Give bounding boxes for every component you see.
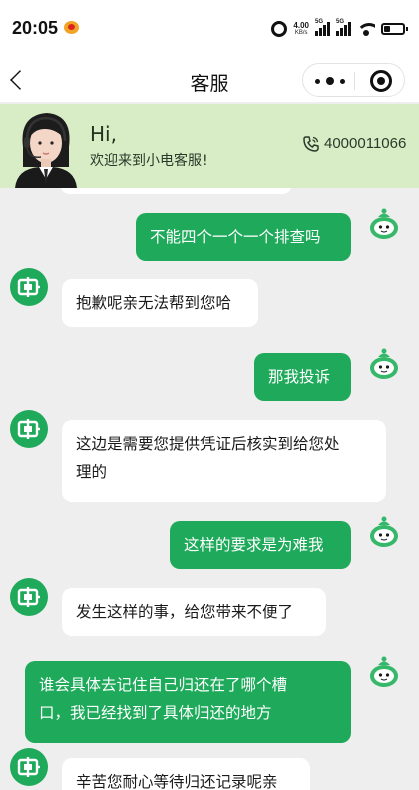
message-bubble-sent[interactable]: 这样的要求是为难我 xyxy=(170,521,351,569)
service-avatar-icon xyxy=(10,268,48,306)
message-text: 那我投诉 xyxy=(268,368,331,386)
weibo-icon xyxy=(64,21,79,34)
agent-avatar xyxy=(9,107,83,188)
message-bubble-received[interactable]: 辛苦您耐心等待归还记录呢亲 xyxy=(62,758,310,790)
miniapp-capsule xyxy=(302,63,405,97)
wifi-icon xyxy=(357,22,375,36)
close-circle-icon[interactable] xyxy=(370,70,392,92)
message-text: 辛苦您耐心等待归还记录呢亲 xyxy=(76,773,278,790)
message-text-line: 谁会具体去记住自己归还在了哪个槽 xyxy=(39,676,288,694)
message-bubble-received[interactable]: 这边是需要您提供凭证后核实到给您处 理的 xyxy=(62,420,386,502)
status-time: 20:05 xyxy=(12,18,59,38)
message-text-line: 这边是需要您提供凭证后核实到给您处 xyxy=(76,435,340,453)
nav-bar: 客服 xyxy=(0,58,419,102)
message-bubble-sent[interactable]: 谁会具体去记住自己归还在了哪个槽 口，我已经找到了具体归还的地方 xyxy=(25,661,351,743)
net-speed-value: 4.00 xyxy=(293,21,309,30)
hotline-number[interactable]: 4000011066 xyxy=(324,135,406,152)
user-robot-avatar xyxy=(370,656,398,687)
message-bubble-partial xyxy=(60,188,292,194)
chat-area[interactable]: 不能四个一个一个排查吗 抱歉呢亲无法帮到您哈 那我投诉 这边是需要您提供凭证后核… xyxy=(0,188,419,790)
signal-tag: 5G xyxy=(315,19,324,25)
service-avatar-icon xyxy=(10,578,48,616)
signal-icon: 5G xyxy=(315,19,330,36)
message-text-line: 理的 xyxy=(76,463,108,481)
user-robot-avatar xyxy=(370,208,398,239)
message-text: 抱歉呢亲无法帮到您哈 xyxy=(76,294,232,312)
message-bubble-sent[interactable]: 那我投诉 xyxy=(254,353,351,401)
alarm-icon xyxy=(271,21,288,37)
more-icon[interactable] xyxy=(315,77,345,85)
service-banner: Hi, 欢迎来到小电客服! 4000011066 xyxy=(0,104,419,188)
net-speed-unit: KB/s xyxy=(294,30,308,36)
greeting-title: Hi, xyxy=(90,122,117,146)
service-avatar-icon xyxy=(10,410,48,448)
message-bubble-sent[interactable]: 不能四个一个一个排查吗 xyxy=(136,213,351,261)
battery-icon xyxy=(381,23,408,35)
net-speed: 4.00 KB/s xyxy=(293,21,309,37)
message-text-line: 口，我已经找到了具体归还的地方 xyxy=(39,704,272,722)
status-bar: 20:05 4.00 KB/s 5G 5G xyxy=(0,0,419,58)
service-avatar-icon xyxy=(10,748,48,786)
welcome-text: 欢迎来到小电客服! xyxy=(90,153,208,169)
message-bubble-received[interactable]: 发生这样的事，给您带来不便了 xyxy=(62,588,326,636)
signal-tag: 5G xyxy=(336,19,345,25)
user-robot-avatar xyxy=(370,516,398,547)
capsule-divider xyxy=(354,72,355,90)
message-bubble-received[interactable]: 抱歉呢亲无法帮到您哈 xyxy=(62,279,258,327)
message-text: 这样的要求是为难我 xyxy=(184,536,324,554)
message-text: 不能四个一个一个排查吗 xyxy=(150,228,321,246)
user-robot-avatar xyxy=(370,348,398,379)
phone-icon[interactable] xyxy=(302,135,320,153)
status-icons: 4.00 KB/s 5G 5G xyxy=(271,18,408,40)
signal-icon: 5G xyxy=(336,19,351,36)
message-text: 发生这样的事，给您带来不便了 xyxy=(76,603,294,621)
